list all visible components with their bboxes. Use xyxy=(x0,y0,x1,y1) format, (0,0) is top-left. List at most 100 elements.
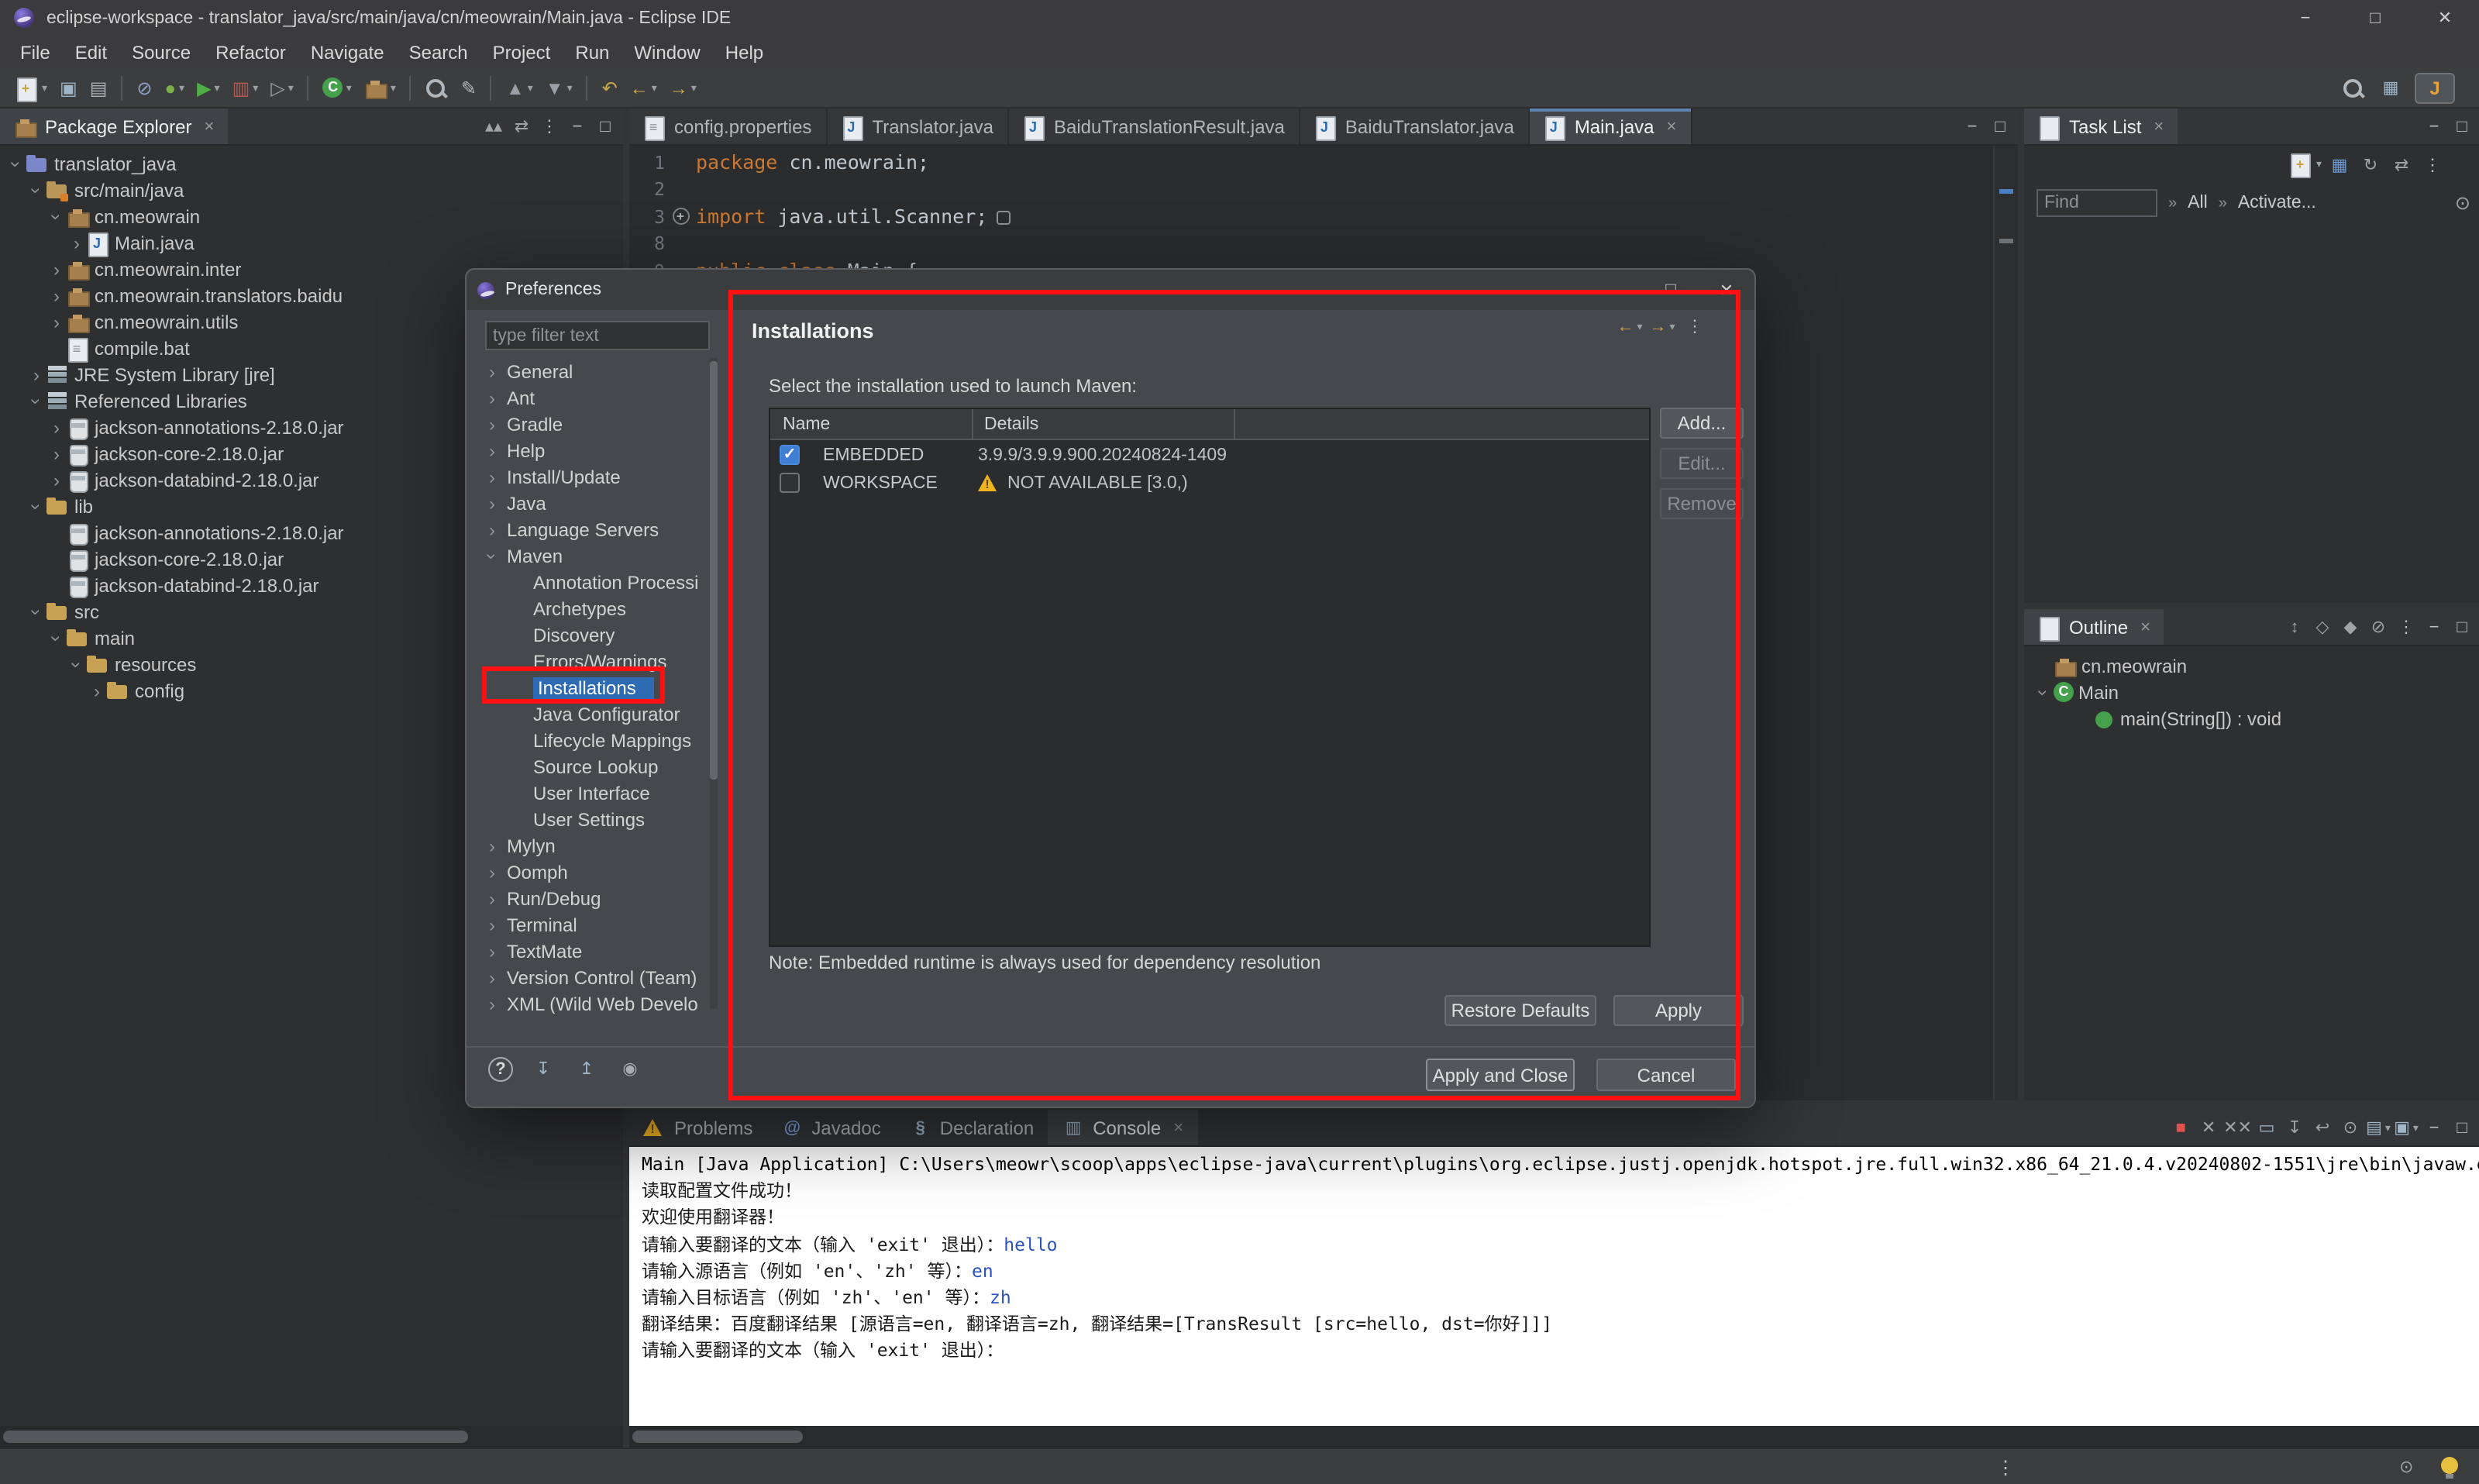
pref-item-oomph[interactable]: ›Oomph xyxy=(476,859,708,885)
save-icon[interactable]: ▣ xyxy=(55,72,82,103)
minimize-icon[interactable]: − xyxy=(1959,113,1985,139)
cancel-button[interactable]: Cancel xyxy=(1596,1059,1736,1091)
view-menu-icon[interactable]: ⋮ xyxy=(2393,614,2419,640)
menu-navigate[interactable]: Navigate xyxy=(298,36,397,68)
open-search-icon[interactable] xyxy=(421,72,453,103)
column-details[interactable]: Details xyxy=(984,409,1038,440)
next-annotation-icon[interactable]: ▼▾ xyxy=(541,72,577,103)
pin-console-icon[interactable]: ⊙ xyxy=(2337,1114,2364,1141)
tab-outline[interactable]: Outline × xyxy=(2024,609,2164,645)
hide-non-public-icon[interactable]: ⊘ xyxy=(2365,614,2391,640)
overflow-menu-icon[interactable]: ⋮ xyxy=(1996,1449,2015,1484)
expand-arrow-icon[interactable]: › xyxy=(482,940,502,962)
installation-row-embedded[interactable]: ✓EMBEDDED3.9.9/3.9.9.900.20240824-1409 xyxy=(770,442,1648,470)
collapse-arrow-icon[interactable]: › xyxy=(46,628,67,648)
console-output[interactable]: Main [Java Application] C:\Users\meowr\s… xyxy=(629,1147,2479,1426)
expand-arrow-icon[interactable]: › xyxy=(482,835,502,856)
add-button[interactable]: Add... xyxy=(1660,408,1744,439)
open-console-icon[interactable]: ▣▾ xyxy=(2393,1114,2419,1141)
folded-region-indicator[interactable] xyxy=(997,212,1011,226)
editor-tab-main-java[interactable]: JMain.java× xyxy=(1530,108,1692,144)
back-icon[interactable]: ←▾ xyxy=(625,72,662,103)
link-with-editor-icon[interactable]: ⇄ xyxy=(2388,151,2415,177)
collapse-arrow-icon[interactable]: › xyxy=(26,496,47,516)
collapse-arrow-icon[interactable]: › xyxy=(26,601,47,621)
close-view-icon[interactable]: × xyxy=(2154,117,2164,136)
pref-item-ant[interactable]: ›Ant xyxy=(476,384,708,411)
back-icon[interactable]: ←▾ xyxy=(1617,313,1643,339)
collapse-all-icon[interactable]: ▴▴ xyxy=(480,113,507,139)
pref-item-lifecycle-mappings[interactable]: Lifecycle Mappings xyxy=(476,727,708,753)
tab-task-list[interactable]: Task List × xyxy=(2024,108,2178,144)
dialog-close-button[interactable]: ✕ xyxy=(1699,270,1754,310)
open-perspective-icon[interactable]: ▦ xyxy=(2377,74,2404,101)
run-icon[interactable]: ▶▾ xyxy=(192,72,225,103)
sort-icon[interactable]: ↕ xyxy=(2281,614,2308,640)
tree-item-translator-java[interactable]: ›translator_java xyxy=(0,150,623,177)
link-with-editor-icon[interactable]: ⇄ xyxy=(508,113,535,139)
expand-arrow-icon[interactable]: › xyxy=(46,284,67,306)
menu-edit[interactable]: Edit xyxy=(63,36,119,68)
hide-static-icon[interactable]: ◆ xyxy=(2337,614,2364,640)
display-selected-console-icon[interactable]: ▤▾ xyxy=(2365,1114,2391,1141)
pref-item-mylyn[interactable]: ›Mylyn xyxy=(476,832,708,859)
scope-all-dropdown[interactable]: All xyxy=(2188,194,2208,212)
expand-arrow-icon[interactable]: › xyxy=(46,416,67,438)
search-scope-icon[interactable]: ⊙ xyxy=(2455,192,2470,214)
console-tab-problems[interactable]: !Problems xyxy=(629,1110,766,1145)
collapse-arrow-icon[interactable]: › xyxy=(2033,682,2054,702)
run-external-tools-icon[interactable]: ▷▾ xyxy=(266,72,298,103)
pe-hscrollbar-thumb[interactable] xyxy=(3,1431,468,1443)
pref-item-discovery[interactable]: Discovery xyxy=(476,621,708,648)
editor-tab-config-properties[interactable]: ≡config.properties xyxy=(629,108,827,144)
sash-tasklist-outline[interactable] xyxy=(2024,603,2479,609)
maximize-icon[interactable]: □ xyxy=(2449,113,2475,139)
menu-search[interactable]: Search xyxy=(397,36,480,68)
pref-item-general[interactable]: ›General xyxy=(476,358,708,384)
last-edit-location-icon[interactable]: ↶ xyxy=(597,72,622,103)
pref-item-xml-wild-web-develo[interactable]: ›XML (Wild Web Develo xyxy=(476,990,708,1014)
menu-refactor[interactable]: Refactor xyxy=(203,36,298,68)
pref-item-terminal[interactable]: ›Terminal xyxy=(476,911,708,938)
expand-arrow-icon[interactable]: › xyxy=(482,466,502,487)
expand-arrow-icon[interactable]: › xyxy=(482,887,502,909)
expand-arrow-icon[interactable]: › xyxy=(482,861,502,883)
view-menu-icon[interactable]: ⋮ xyxy=(1682,313,1708,339)
console-tab-javadoc[interactable]: @Javadoc xyxy=(766,1110,894,1145)
installation-checkbox-workspace[interactable] xyxy=(780,473,800,493)
expand-arrow-icon[interactable]: › xyxy=(67,232,87,253)
pref-item-java-configurator[interactable]: Java Configurator xyxy=(476,701,708,727)
expand-arrow-icon[interactable]: › xyxy=(87,680,107,701)
apply-button[interactable]: Apply xyxy=(1613,995,1744,1026)
fold-expand-icon[interactable]: + xyxy=(672,208,689,226)
minimize-window-button[interactable]: − xyxy=(2271,0,2340,36)
menu-project[interactable]: Project xyxy=(480,36,563,68)
pref-item-user-interface[interactable]: User Interface xyxy=(476,780,708,806)
expand-arrow-icon[interactable]: › xyxy=(482,360,502,382)
close-view-icon[interactable]: × xyxy=(2140,618,2150,636)
scrollbar-thumb[interactable] xyxy=(710,361,718,780)
menu-help[interactable]: Help xyxy=(713,36,776,68)
expand-arrow-icon[interactable]: › xyxy=(26,363,46,385)
pref-item-help[interactable]: ›Help xyxy=(476,437,708,463)
editor-tab-baidutranslationresult-java[interactable]: JBaiduTranslationResult.java xyxy=(1009,108,1300,144)
synchronize-icon[interactable]: ↻ xyxy=(2357,151,2384,177)
find-input[interactable] xyxy=(2037,189,2157,217)
editor-tab-translator-java[interactable]: JTranslator.java xyxy=(827,108,1009,144)
expand-arrow-icon[interactable]: › xyxy=(46,469,67,491)
scroll-lock-icon[interactable]: ↧ xyxy=(2281,1114,2308,1141)
new-java-package-icon[interactable]: ▾ xyxy=(360,72,401,103)
hide-fields-icon[interactable]: ◇ xyxy=(2309,614,2336,640)
clear-console-icon[interactable]: ▭ xyxy=(2253,1114,2280,1141)
collapse-arrow-icon[interactable]: › xyxy=(46,206,67,226)
menu-file[interactable]: File xyxy=(8,36,63,68)
pref-item-errors-warnings[interactable]: Errors/Warnings xyxy=(476,648,708,674)
close-window-button[interactable]: ✕ xyxy=(2410,0,2479,36)
view-menu-icon[interactable]: ⋮ xyxy=(2419,151,2446,177)
maximize-icon[interactable]: □ xyxy=(1987,113,2013,139)
new-java-class-icon[interactable]: C▾ xyxy=(318,72,356,103)
pref-item-language-servers[interactable]: ›Language Servers xyxy=(476,516,708,542)
collapse-arrow-icon[interactable]: › xyxy=(5,153,27,174)
tree-item-src-main-java[interactable]: ›src/main/java xyxy=(0,177,623,203)
expand-arrow-icon[interactable]: › xyxy=(46,258,67,280)
